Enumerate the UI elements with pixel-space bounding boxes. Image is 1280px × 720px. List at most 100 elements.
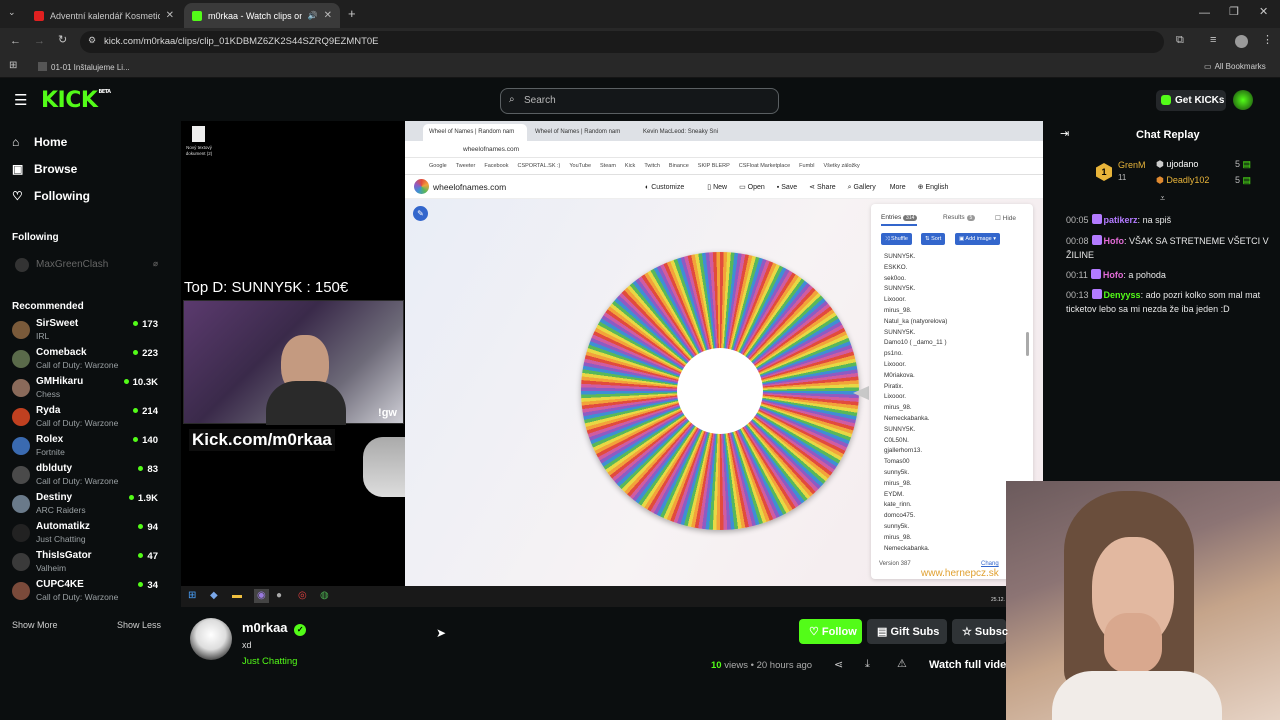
- chat-username[interactable]: Hofo: [1103, 270, 1124, 280]
- tab-search-icon[interactable]: ⌄: [8, 8, 16, 17]
- chat-username[interactable]: Hofo: [1104, 236, 1125, 246]
- gift-badge-icon: ⬢: [1156, 175, 1167, 185]
- live-dot-icon: [128, 495, 134, 500]
- reload-icon[interactable]: ↻: [58, 35, 67, 46]
- share-icon[interactable]: ⋖: [834, 660, 843, 671]
- viewer-count: 47: [138, 551, 158, 562]
- back-icon[interactable]: ←: [10, 36, 21, 47]
- show-less-button[interactable]: Show Less: [117, 620, 161, 630]
- recommended-item[interactable]: dblduty Call of Duty: Warzone 83: [12, 463, 162, 491]
- wheel-entry: sunny5k.: [884, 468, 910, 476]
- channel-category: Valheim: [36, 563, 67, 573]
- report-warning-icon[interactable]: ⚠: [897, 659, 907, 670]
- minimize-icon[interactable]: —: [1199, 8, 1210, 19]
- subscribe-label: Subsc: [974, 626, 1008, 638]
- chat-username[interactable]: patikerz: [1104, 215, 1138, 225]
- apps-grid-icon[interactable]: ⊞: [9, 61, 17, 71]
- gift-icon: ▤: [1242, 159, 1252, 169]
- user-avatar[interactable]: [1233, 90, 1253, 110]
- get-kicks-label: Get KICKs: [1175, 95, 1225, 106]
- channel-name: SirSweet: [36, 318, 79, 329]
- recommended-item[interactable]: Rolex Fortnite 140: [12, 434, 162, 462]
- extensions-icon[interactable]: ⧉: [1176, 35, 1184, 46]
- watch-full-video-button[interactable]: Watch full vide: [929, 659, 1006, 671]
- new-tab-icon[interactable]: +: [348, 7, 356, 20]
- forward-icon[interactable]: →: [34, 36, 45, 47]
- chat-badge-icon: [1091, 214, 1102, 224]
- close-tab-icon[interactable]: ✕: [166, 10, 174, 21]
- chat-title: Chat Replay: [1136, 129, 1200, 141]
- gifter-name: ujodano: [1166, 159, 1199, 169]
- recommended-item[interactable]: ThisIsGator Valheim 47: [12, 550, 162, 578]
- recommended-item[interactable]: Ryda Call of Duty: Warzone 214: [12, 405, 162, 433]
- channel-name: MaxGreenClash: [36, 259, 109, 270]
- get-kicks-button[interactable]: Get KICKs: [1156, 90, 1226, 111]
- wheel-body: ✎ Entries 314 Results 5 ☐ Hide ⤨ Shuffle…: [405, 199, 1043, 586]
- channel-avatar[interactable]: [190, 618, 232, 660]
- wheel-entry: domco475.: [884, 512, 916, 520]
- inner-bookmark-list: Google Tweeter Facebook CSPORTAL.SK :) YouTu…: [429, 163, 869, 169]
- following-item[interactable]: MaxGreenClash ⌀: [12, 256, 162, 284]
- channel-name: Rolex: [36, 434, 64, 445]
- hamburger-menu-icon[interactable]: ☰: [14, 93, 27, 108]
- recommended-item[interactable]: GMHikaru Chess 10.3K: [12, 376, 162, 404]
- address-bar[interactable]: ⚙ kick.com/m0rkaa/clips/clip_01KDBMZ6ZK2…: [80, 31, 1164, 53]
- recommended-item[interactable]: SirSweet IRL 173: [12, 318, 162, 346]
- open-icon: ▭: [739, 184, 748, 191]
- recommended-item[interactable]: Automatikz Just Chatting 94: [12, 521, 162, 549]
- inner-bookmark: Facebook: [484, 163, 509, 169]
- recommended-item[interactable]: Destiny ARC Raiders 1.9K: [12, 492, 162, 520]
- wheel-entry: SUNNY5K.: [884, 253, 916, 260]
- recommended-item[interactable]: Comeback Call of Duty: Warzone 223: [12, 347, 162, 375]
- chat-username[interactable]: Denyyss: [1104, 290, 1141, 300]
- wheel-entry: Lixooor.: [884, 393, 907, 401]
- nav-following[interactable]: ♡ Following: [12, 189, 90, 203]
- all-bookmarks[interactable]: ▭ All Bookmarks: [1204, 62, 1266, 71]
- chat-timestamp: 00:05: [1066, 215, 1089, 225]
- inner-bookmark: Twitch: [644, 163, 660, 169]
- nav-browse[interactable]: ▣ Browse: [12, 162, 77, 176]
- windows-start-icon: ⊞: [188, 590, 197, 601]
- bookmark-item[interactable]: 01-01 Inštalujeme Li...: [38, 62, 130, 72]
- wheel-entry: ps1no.: [884, 350, 903, 358]
- stream-category-link[interactable]: Just Chatting: [242, 656, 297, 667]
- gift-subs-button[interactable]: ▤ Gift Subs: [867, 619, 947, 644]
- video-player[interactable]: Nový textový dokument (2) Top D: SUNNY5K…: [181, 121, 1043, 607]
- channel-name: Automatikz: [36, 521, 90, 532]
- wheel-menu-label: Customize: [651, 184, 685, 191]
- wheel-entry: M0riakova.: [884, 371, 915, 379]
- search-input[interactable]: ⌕ Search: [500, 88, 779, 114]
- maximize-icon[interactable]: ❐: [1229, 7, 1239, 18]
- profile-avatar-icon[interactable]: [1235, 35, 1248, 48]
- browser-tab[interactable]: Adventní kalendář Kosmetický/M ✕: [26, 3, 182, 28]
- nav-home[interactable]: ⌂ Home: [12, 135, 67, 149]
- inner-bookmark: Kick: [624, 163, 636, 169]
- close-window-icon[interactable]: ✕: [1259, 7, 1268, 18]
- chat-message: 00:05 patikerz: na spiš: [1066, 214, 1272, 228]
- media-icon[interactable]: ≡: [1210, 35, 1216, 46]
- download-icon[interactable]: ⤓: [865, 659, 870, 670]
- recommended-item[interactable]: CUPC4KE Call of Duty: Warzone 34: [12, 579, 162, 607]
- speaker-icon[interactable]: 🔊: [308, 11, 318, 20]
- logo-text: KICK: [41, 88, 98, 113]
- heart-icon: ♡: [809, 626, 822, 638]
- follow-button[interactable]: ♡ Follow: [799, 619, 862, 644]
- share-icon: ⋖: [809, 184, 817, 191]
- wheel-menu-label: Save: [781, 184, 798, 191]
- edit-pen-icon: ✎: [413, 206, 428, 221]
- collapse-chat-icon[interactable]: ⇥: [1060, 129, 1069, 140]
- car-image: [363, 437, 405, 497]
- wheel-menu-item: ▭ Open: [739, 184, 765, 191]
- wheel-entry: mirus_98.: [884, 306, 912, 314]
- kick-logo[interactable]: KICKBETA: [41, 88, 111, 113]
- browser-tab-active[interactable]: m0rkaa - Watch clips on Ki 🔊 ✕: [184, 3, 340, 28]
- channel-name[interactable]: m0rkaa: [242, 620, 288, 635]
- menu-kebab-icon[interactable]: ⋮: [1262, 35, 1273, 46]
- chat-timestamp: 00:08: [1066, 236, 1089, 246]
- close-tab-icon[interactable]: ✕: [324, 10, 332, 21]
- site-info-icon[interactable]: ⚙: [88, 36, 96, 45]
- avatar: [15, 258, 29, 272]
- show-more-button[interactable]: Show More: [12, 620, 58, 630]
- expand-leaderboard-icon[interactable]: ⩡: [1160, 194, 1165, 203]
- subscribe-button[interactable]: ☆ Subsc: [952, 619, 1008, 644]
